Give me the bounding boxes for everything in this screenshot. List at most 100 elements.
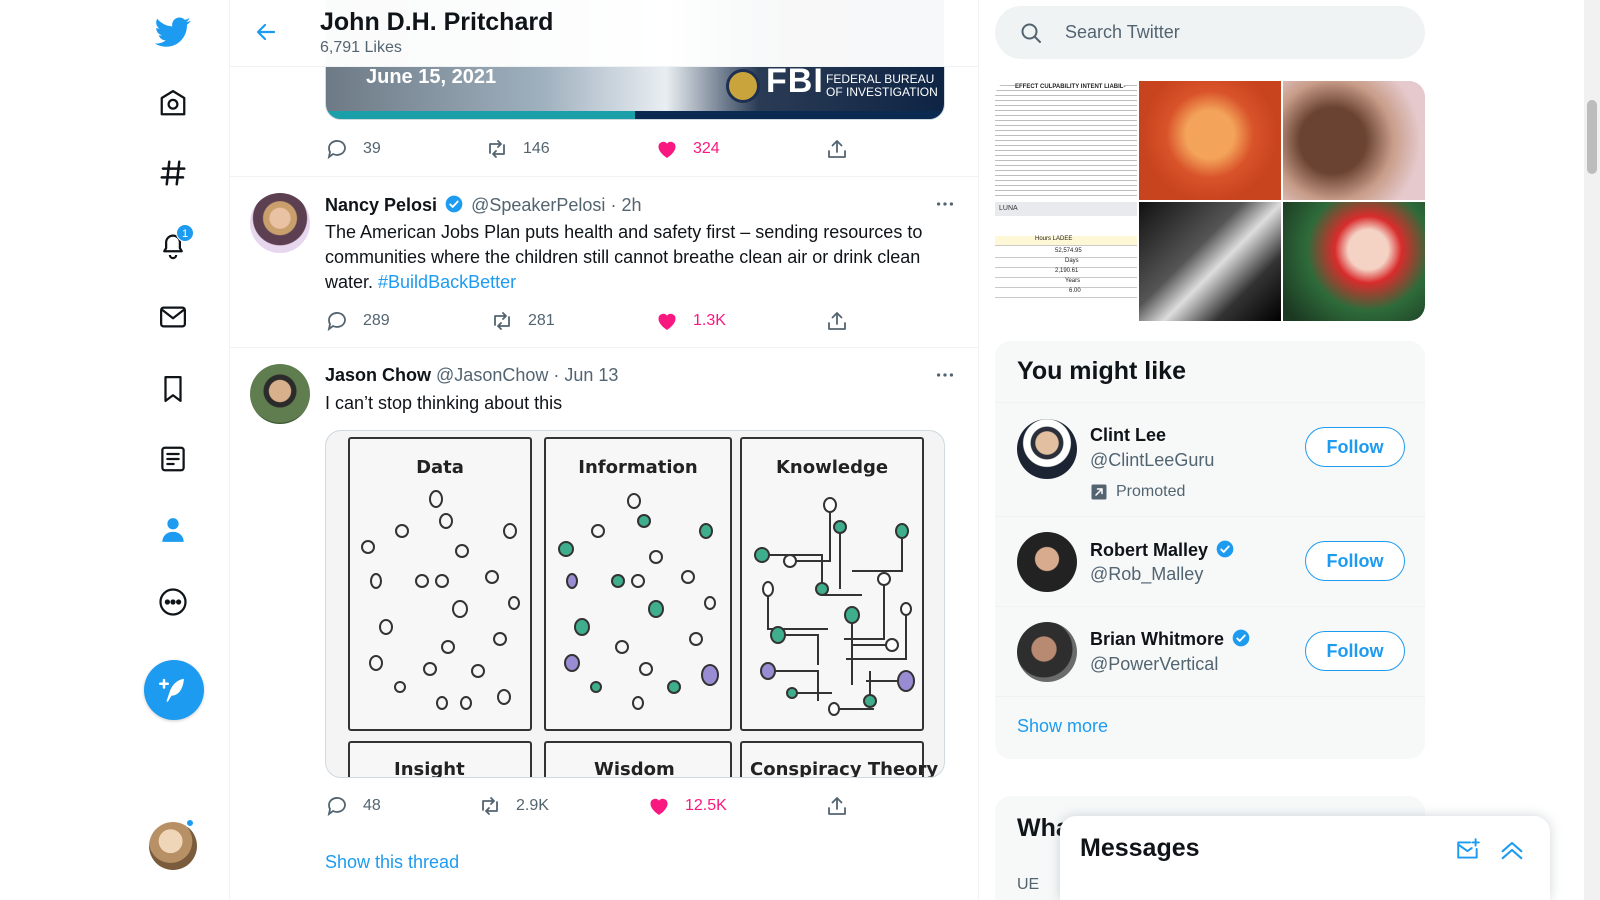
page-title: John D.H. Pritchard — [320, 8, 554, 36]
show-thread-link[interactable]: Show this thread — [325, 852, 459, 873]
tweet-text: The American Jobs Plan puts health and s… — [325, 222, 923, 292]
messages-envelope-icon[interactable] — [148, 292, 198, 342]
twitter-logo-icon[interactable] — [148, 7, 198, 57]
retweet-button[interactable]: 281 — [490, 306, 555, 336]
suggestion-name-row: Robert Malley — [1090, 539, 1237, 561]
scrollbar-thumb[interactable] — [1587, 100, 1597, 174]
retweet-button[interactable]: 146 — [485, 134, 550, 164]
gallery-image-spreadsheet[interactable]: LUNA Hours LADEE 52,574.95 Days 2,190.61… — [995, 202, 1137, 321]
promoted-arrow-icon — [1091, 484, 1107, 500]
hashtag-link[interactable]: #BuildBackBetter — [378, 272, 516, 292]
messages-drawer[interactable]: Messages — [1060, 816, 1550, 900]
heart-filled-icon — [650, 798, 668, 815]
card-title: You might like — [1017, 357, 1186, 385]
like-button[interactable]: 12.5K — [647, 791, 727, 821]
explore-hashtag-icon[interactable] — [148, 148, 198, 198]
back-arrow-icon[interactable] — [248, 14, 284, 50]
reply-icon — [327, 797, 346, 817]
reply-icon — [327, 140, 346, 160]
expand-chevrons-up-icon[interactable] — [1496, 834, 1528, 866]
trend-item-text[interactable]: UE — [1017, 876, 1039, 894]
reply-button[interactable]: 289 — [325, 306, 390, 336]
profile-person-icon[interactable] — [148, 505, 198, 555]
data-dots-drawing — [361, 490, 520, 710]
tweet-actions: 39 146 324 — [325, 134, 865, 164]
notifications-bell-icon[interactable]: 1 — [148, 220, 198, 270]
page-header: John D.H. Pritchard 6,791 Likes — [230, 0, 978, 67]
profile-media-gallery: EFFECT CULPABILITY INTENT LIABIL- LUNA H… — [995, 81, 1425, 321]
main-timeline: John D.H. Pritchard 6,791 Likes June 15,… — [229, 0, 979, 900]
tweet-timestamp[interactable]: Jun 13 — [564, 365, 618, 385]
follow-button[interactable]: Follow — [1305, 427, 1405, 467]
right-sidebar: EFFECT CULPABILITY INTENT LIABIL- LUNA H… — [979, 0, 1539, 900]
feather-plus-icon — [159, 678, 184, 702]
suggestion-name[interactable]: Clint Lee — [1090, 425, 1166, 446]
retweet-icon — [489, 140, 505, 158]
bookmarks-icon[interactable] — [148, 364, 198, 414]
suggestion-avatar[interactable] — [1017, 622, 1077, 682]
suggestion-name[interactable]: Brian Whitmore — [1090, 629, 1224, 649]
tweet[interactable]: Jason Chow @JasonChow · Jun 13 I can’t s… — [230, 348, 978, 900]
information-dots-drawing — [558, 493, 719, 710]
like-button[interactable]: 1.3K — [655, 306, 726, 336]
tweet-media-image[interactable]: Data Information Knowledge Insight Wisdo… — [325, 430, 945, 778]
follow-suggestion[interactable]: Clint Lee @ClintLeeGuru Promoted Follow — [995, 402, 1425, 516]
suggestion-name[interactable]: Robert Malley — [1090, 540, 1208, 560]
share-button[interactable] — [825, 134, 863, 164]
media-logo-text: FBI — [766, 62, 824, 100]
notification-count-badge: 1 — [176, 224, 194, 242]
gallery-image-christmas[interactable] — [1283, 202, 1425, 321]
new-message-icon[interactable] — [1452, 834, 1484, 866]
more-options-icon[interactable] — [930, 189, 960, 219]
reply-button[interactable]: 39 — [325, 134, 381, 164]
tweet-author-avatar[interactable] — [250, 364, 310, 424]
follow-suggestion[interactable]: Robert Malley @Rob_Malley Follow — [995, 516, 1425, 606]
compose-tweet-button[interactable] — [144, 660, 204, 720]
verified-badge-icon — [1232, 629, 1250, 647]
follow-button[interactable]: Follow — [1305, 631, 1405, 671]
heart-filled-icon — [658, 313, 676, 330]
gallery-image-black-white[interactable] — [1139, 202, 1281, 321]
reply-button[interactable]: 48 — [325, 791, 381, 821]
reply-icon — [327, 312, 346, 332]
tweet-author-avatar[interactable] — [250, 193, 310, 253]
comic-panel-knowledge: Knowledge — [740, 437, 924, 731]
gallery-image-costume[interactable] — [1139, 81, 1281, 200]
tweet-header: Nancy Pelosi @SpeakerPelosi · 2h — [325, 195, 642, 215]
gallery-image-document[interactable]: EFFECT CULPABILITY INTENT LIABIL- — [995, 81, 1137, 200]
likes-count: 6,791 Likes — [320, 39, 402, 56]
comic-panel-data: Data — [348, 437, 532, 731]
media-date-text: June 15, 2021 — [366, 66, 497, 88]
tweet-timestamp[interactable]: 2h — [621, 195, 641, 215]
retweet-button[interactable]: 2.9K — [478, 791, 549, 821]
tweet-author-handle[interactable]: @JasonChow — [436, 365, 548, 385]
more-circle-icon[interactable] — [148, 577, 198, 627]
home-icon[interactable] — [148, 78, 198, 128]
follow-button[interactable]: Follow — [1305, 541, 1405, 581]
search-input[interactable] — [1065, 22, 1395, 43]
share-button[interactable] — [825, 791, 863, 821]
suggestion-handle: @Rob_Malley — [1090, 564, 1204, 584]
tweet-author-name[interactable]: Jason Chow — [325, 365, 431, 385]
left-navigation: 1 — [0, 0, 229, 900]
panel-label-insight: Insight — [394, 759, 465, 778]
follow-suggestion[interactable]: Brian Whitmore @PowerVertical Follow — [995, 606, 1425, 696]
search-box[interactable] — [995, 6, 1425, 59]
account-avatar[interactable] — [149, 822, 197, 870]
more-options-icon[interactable] — [930, 360, 960, 390]
tweet-author-handle[interactable]: @SpeakerPelosi — [471, 195, 605, 215]
show-more-link[interactable]: Show more — [1017, 716, 1108, 737]
tweet[interactable]: Nancy Pelosi @SpeakerPelosi · 2h The Ame… — [230, 177, 978, 348]
lists-icon[interactable] — [148, 434, 198, 484]
tweet-author-name[interactable]: Nancy Pelosi — [325, 195, 437, 215]
page-scrollbar[interactable] — [1584, 0, 1600, 900]
suggestion-avatar[interactable] — [1017, 532, 1077, 592]
share-button[interactable] — [825, 306, 863, 336]
suggestion-avatar[interactable] — [1017, 419, 1077, 479]
knowledge-network-drawing — [754, 497, 915, 716]
like-button[interactable]: 324 — [655, 134, 720, 164]
share-icon — [828, 140, 846, 158]
tweet-actions: 48 2.9K 12.5K — [325, 791, 865, 821]
suggestion-handle: @PowerVertical — [1090, 654, 1219, 674]
gallery-image-portrait[interactable] — [1283, 81, 1425, 200]
